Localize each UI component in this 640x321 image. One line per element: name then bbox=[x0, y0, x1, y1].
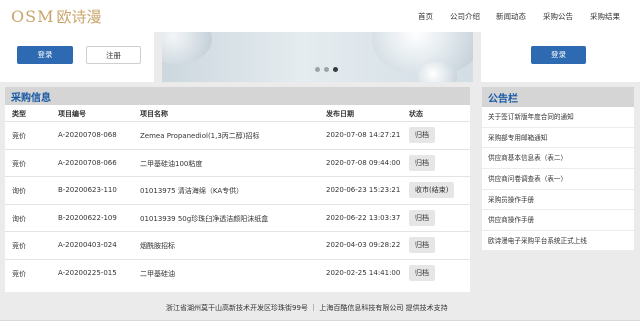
pearl-image bbox=[162, 32, 212, 64]
nav-procurement-result[interactable]: 采购结果 bbox=[590, 11, 620, 22]
register-button[interactable]: 注册 bbox=[86, 46, 141, 64]
cell-publish-date: 2020-06-23 15:23:21 bbox=[326, 186, 401, 194]
status-button[interactable]: 归档 bbox=[409, 154, 435, 171]
right-login-button[interactable]: 登录 bbox=[531, 46, 586, 64]
status-button[interactable]: 归档 bbox=[409, 209, 435, 226]
announcement-item[interactable]: 供应商操作手册 bbox=[482, 210, 634, 232]
top-band: 登录 注册 登录 bbox=[0, 32, 640, 84]
col-type: 类型 bbox=[12, 110, 26, 118]
cell-project-name[interactable]: 烟酰胺招标 bbox=[140, 241, 175, 251]
status-button[interactable]: 归档 bbox=[409, 264, 435, 281]
carousel-dots bbox=[315, 67, 338, 72]
cell-type: 询价 bbox=[12, 214, 26, 223]
site-footer: 浙江省湖州莫干山高新技术开发区珍珠街99号 ｜ 上海百酷信息科技有限公司 提供技… bbox=[0, 296, 640, 321]
cell-type: 竞价 bbox=[12, 269, 26, 278]
table-header: 类型 项目编号 项目名称 发布日期 状态 bbox=[5, 105, 470, 121]
table-row[interactable]: 竞价 A-20200225-015 二甲基硅油 2020-02-25 14:41… bbox=[5, 258, 470, 287]
cell-project-no: B-20200622-109 bbox=[58, 213, 117, 222]
cell-project-no: B-20200623-110 bbox=[58, 186, 117, 194]
table-row[interactable]: 询价 B-20200623-110 01013975 清洁海绵（KA专供） 20… bbox=[5, 176, 470, 204]
cell-publish-date: 2020-07-08 14:27:21 bbox=[326, 131, 401, 139]
announcement-item[interactable]: 采购部专用邮箱通知 bbox=[482, 128, 634, 149]
procurement-title: 采购信息 bbox=[11, 92, 51, 104]
col-status: 状态 bbox=[409, 110, 423, 118]
table-row[interactable]: 竞价 A-20200403-024 烟酰胺招标 2020-04-03 09:28… bbox=[5, 231, 470, 259]
announcement-item[interactable]: 欧诗漫电子采购平台系统正式上线 bbox=[482, 231, 634, 252]
nav-company[interactable]: 公司介绍 bbox=[450, 11, 480, 22]
cell-publish-date: 2020-02-25 14:41:00 bbox=[326, 268, 401, 277]
status-button[interactable]: 归档 bbox=[409, 127, 435, 143]
cell-project-name[interactable]: 二甲基硅油100粘度 bbox=[140, 159, 202, 169]
announcement-item[interactable]: 采购员操作手册 bbox=[482, 190, 634, 211]
login-button[interactable]: 登录 bbox=[17, 46, 73, 64]
cell-type: 竞价 bbox=[12, 159, 26, 168]
right-login-box: 登录 bbox=[481, 32, 640, 82]
announcement-header: 公告栏 bbox=[482, 87, 634, 107]
announcement-item[interactable]: 供应商问卷调查表（表一） bbox=[482, 169, 634, 190]
procurement-header: 采购信息 bbox=[5, 87, 470, 105]
site-header: OSM 欧诗漫 首页 公司介绍 新闻动态 采购公告 采购结果 bbox=[0, 0, 640, 32]
table-row[interactable]: 询价 B-20200622-109 01013939 50g珍珠臼净透洁颜阳沫纸… bbox=[5, 203, 470, 232]
announcement-title: 公告栏 bbox=[488, 93, 518, 105]
col-project-name: 项目名称 bbox=[140, 110, 168, 118]
procurement-panel: 采购信息 类型 项目编号 项目名称 发布日期 状态 竞价 A-20200708-… bbox=[5, 87, 470, 292]
cell-project-name[interactable]: 二甲基硅油 bbox=[140, 269, 175, 279]
nav-news[interactable]: 新闻动态 bbox=[496, 11, 526, 22]
cell-project-name[interactable]: Zemea Propanediol(1,3丙二醇)招标 bbox=[140, 131, 260, 141]
carousel-dot[interactable] bbox=[324, 67, 329, 72]
col-publish-date: 发布日期 bbox=[326, 110, 354, 118]
footer-text: 浙江省湖州莫干山高新技术开发区珍珠街99号 ｜ 上海百酷信息科技有限公司 提供技… bbox=[166, 304, 448, 312]
cell-project-no: A-20200708-068 bbox=[58, 131, 117, 139]
announcement-panel: 公告栏 关于签订新版年度合同的通知 采购部专用邮箱通知 供应商基本信息表（表二）… bbox=[482, 87, 634, 252]
banner-carousel[interactable] bbox=[162, 32, 473, 82]
nav-home[interactable]: 首页 bbox=[418, 11, 433, 22]
carousel-dot-active[interactable] bbox=[333, 67, 338, 72]
cell-project-no: A-20200225-015 bbox=[58, 268, 117, 277]
status-button[interactable]: 归档 bbox=[409, 237, 435, 253]
nav-procurement-notice[interactable]: 采购公告 bbox=[543, 11, 573, 22]
main-nav: 首页 公司介绍 新闻动态 采购公告 采购结果 bbox=[0, 11, 640, 23]
login-box: 登录 注册 bbox=[0, 32, 154, 82]
table-row[interactable]: 竞价 A-20200708-068 Zemea Propanediol(1,3丙… bbox=[5, 121, 470, 149]
announcement-item[interactable]: 关于签订新版年度合同的通知 bbox=[482, 107, 634, 128]
carousel-dot[interactable] bbox=[315, 67, 320, 72]
cell-type: 竞价 bbox=[12, 132, 26, 140]
announcement-item[interactable]: 供应商基本信息表（表二） bbox=[482, 148, 634, 170]
status-button[interactable]: 收市(结束) bbox=[409, 182, 455, 198]
table-row[interactable]: 竞价 A-20200708-066 二甲基硅油100粘度 2020-07-08 … bbox=[5, 148, 470, 177]
cell-project-name[interactable]: 01013975 清洁海绵（KA专供） bbox=[140, 186, 243, 196]
cell-publish-date: 2020-04-03 09:28:22 bbox=[326, 241, 401, 249]
col-project-no: 项目编号 bbox=[58, 110, 86, 118]
cell-project-no: A-20200708-066 bbox=[58, 158, 117, 167]
cell-project-name[interactable]: 01013939 50g珍珠臼净透洁颜阳沫纸盒 bbox=[140, 214, 268, 224]
cell-type: 询价 bbox=[12, 187, 26, 195]
cell-publish-date: 2020-06-22 13:03:37 bbox=[326, 213, 401, 222]
cell-project-no: A-20200403-024 bbox=[58, 241, 117, 249]
cell-type: 竞价 bbox=[12, 242, 26, 250]
cell-publish-date: 2020-07-08 09:44:00 bbox=[326, 158, 401, 167]
